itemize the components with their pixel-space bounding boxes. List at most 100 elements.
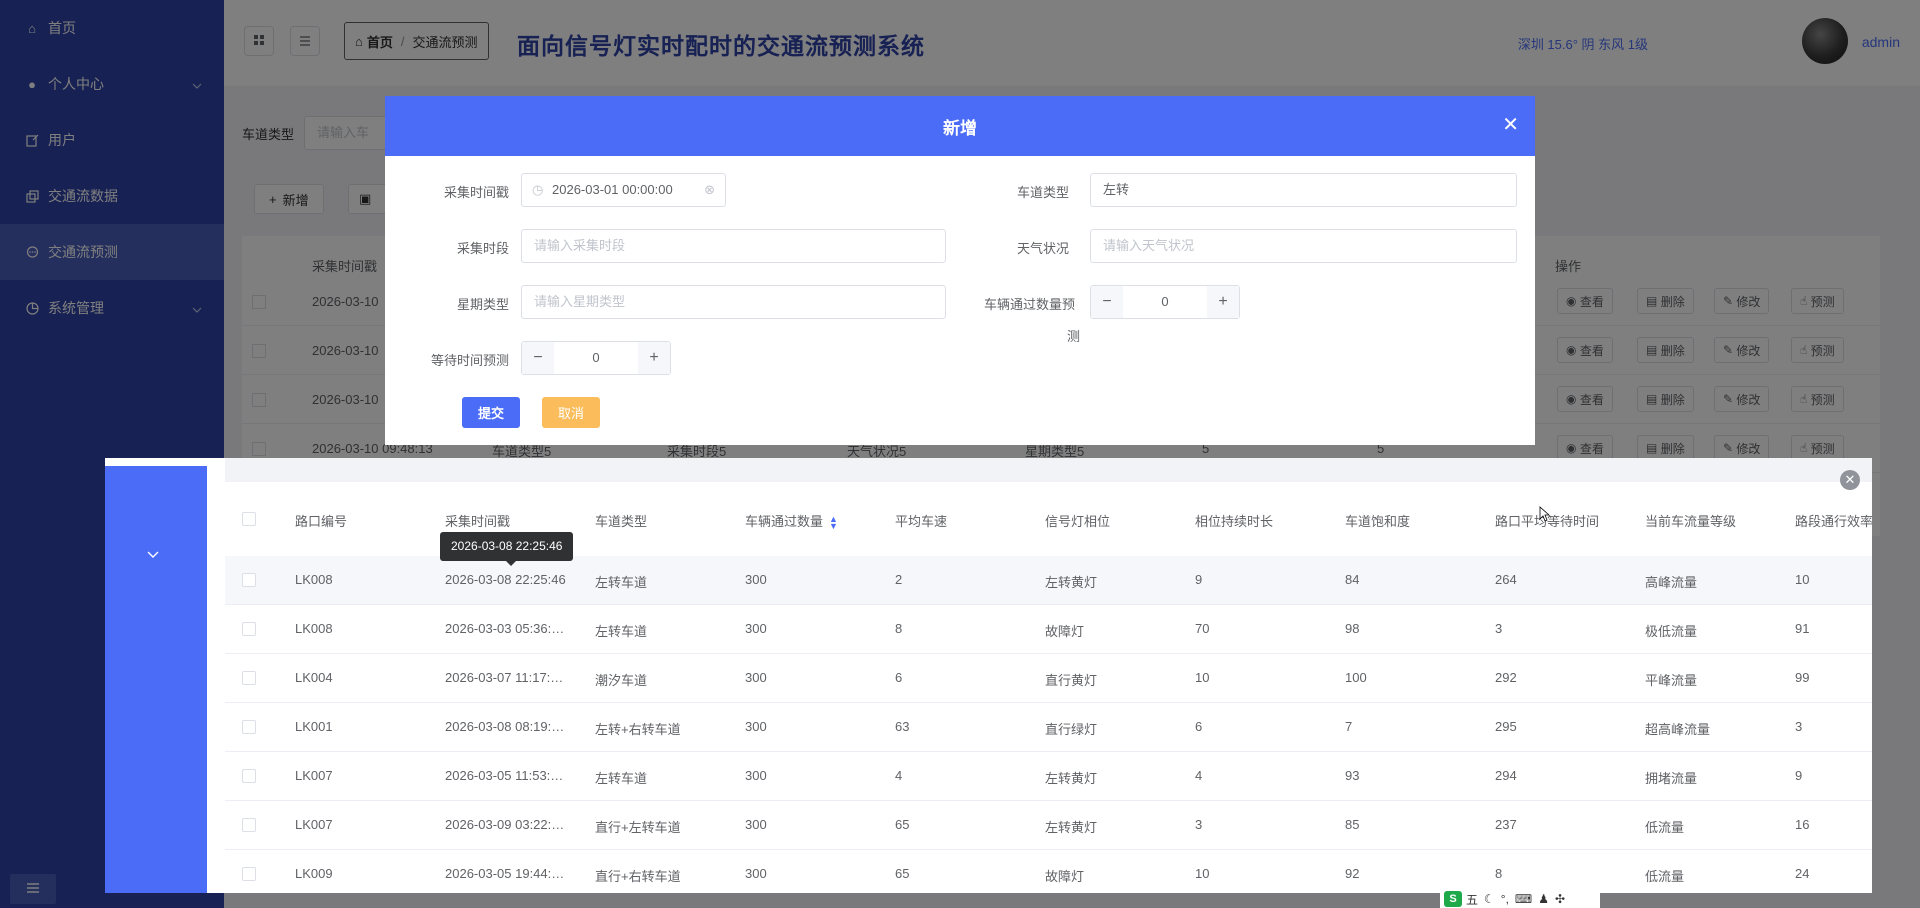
column-header: 信号灯相位 (1045, 514, 1111, 529)
table-row[interactable]: LK007 2026-03-09 03:22:… 直行+左转车道 300 65 左转黄灯 3… (225, 801, 1872, 850)
table-cell: 2026-03-03 05:36:… (445, 621, 565, 636)
increment-button[interactable]: + (638, 342, 670, 374)
weather-field[interactable]: 请输入天气状况 (1090, 229, 1517, 263)
dialog-header: 新增 ✕ (385, 96, 1535, 156)
weather-label: 天气状况 (1016, 241, 1069, 256)
table-cell: 左转黄灯 (1045, 575, 1098, 590)
sort-icon[interactable]: ▲ ▼ (829, 514, 838, 530)
table-cell: 故障灯 (1045, 869, 1085, 884)
table-cell: 63 (895, 719, 910, 734)
select-all-checkbox[interactable] (242, 512, 256, 526)
table-cell: 6 (895, 670, 903, 685)
moon-icon[interactable]: ☾ (1484, 892, 1495, 906)
table-cell: 左转+右转车道 (595, 722, 681, 737)
ime-logo-icon: S (1444, 891, 1462, 907)
table-cell: 99 (1795, 670, 1810, 685)
lane-type-field[interactable]: 左转 (1090, 173, 1517, 207)
column-header: 采集时间戳 (445, 514, 511, 529)
table-cell: 直行黄灯 (1045, 673, 1098, 688)
table-cell: 91 (1795, 621, 1810, 636)
table-cell: 3 (1495, 621, 1503, 636)
table-cell: 极低流量 (1645, 624, 1698, 639)
data-popup-panel: ✕ 路口编号 采集时间戳 车道类型 车辆通过数量 ▲ ▼ 平均车速 信号灯相位 相位… (105, 458, 1872, 893)
table-cell: 高峰流量 (1645, 575, 1698, 590)
table-cell: LK009 (295, 866, 333, 881)
column-header-label: 车辆通过数量 (745, 514, 824, 529)
table-row[interactable]: LK004 2026-03-07 11:17:… 潮汐车道 300 6 直行黄灯 10 100… (225, 654, 1872, 703)
table-cell: 85 (1345, 817, 1360, 832)
mouse-cursor (1539, 506, 1549, 522)
column-header: 路口编号 (295, 514, 348, 529)
table-cell: 左转车道 (595, 624, 648, 639)
table-cell: 4 (1195, 768, 1203, 783)
table-cell: 低流量 (1645, 820, 1685, 835)
table-cell: 98 (1345, 621, 1360, 636)
row-checkbox[interactable] (242, 573, 256, 587)
period-field[interactable]: 请输入采集时段 (521, 229, 946, 263)
close-icon[interactable]: ✕ (1502, 112, 1519, 137)
lane-type-label: 车道类型 (1016, 185, 1069, 200)
wait-time-stepper[interactable]: − 0 + (521, 341, 671, 375)
stepper-value[interactable]: 0 (554, 342, 638, 374)
table-cell: 9 (1795, 768, 1803, 783)
punct-icon[interactable]: °, (1501, 892, 1509, 906)
apps-icon[interactable]: ✣ (1555, 892, 1565, 906)
table-cell: 65 (895, 817, 910, 832)
cancel-button[interactable]: 取消 (542, 397, 600, 428)
table-row[interactable]: LK008 2026-03-03 05:36:… 左转车道 300 8 故障灯 70 98 3 极… (225, 605, 1872, 654)
stepper-value[interactable]: 0 (1123, 286, 1207, 318)
table-cell: 300 (745, 817, 767, 832)
vehicles-label-cont: 测 (1066, 329, 1080, 344)
row-checkbox[interactable] (242, 867, 256, 881)
table-cell: 直行绿灯 (1045, 722, 1098, 737)
timestamp-tooltip: 2026-03-08 22:25:46 (440, 532, 574, 566)
week-type-label: 星期类型 (456, 297, 509, 312)
row-checkbox[interactable] (242, 818, 256, 832)
table-cell: LK007 (295, 768, 333, 783)
table-row[interactable]: LK007 2026-03-05 11:53:… 左转车道 300 4 左转黄灯 4 93 29… (225, 752, 1872, 801)
table-cell: 左转黄灯 (1045, 820, 1098, 835)
panel-top-strip (225, 458, 1872, 482)
timestamp-picker[interactable]: ◷ 2026-03-01 00:00:00 ⊗ (521, 173, 726, 207)
ime-mode[interactable]: 五 (1466, 891, 1478, 908)
table-cell: 9 (1195, 572, 1203, 587)
column-header: 当前车流量等级 (1645, 514, 1737, 529)
table-row[interactable]: LK009 2026-03-05 19:44:… 直行+右转车道 300 65 故障灯 10… (225, 850, 1872, 893)
user-icon[interactable]: ♟ (1538, 892, 1549, 906)
table-cell: 2026-03-09 03:22:… (445, 817, 565, 832)
row-checkbox[interactable] (242, 769, 256, 783)
table-cell: 237 (1495, 817, 1517, 832)
decrement-button[interactable]: − (1091, 286, 1123, 318)
column-header-sortable[interactable]: 车辆通过数量 ▲ ▼ (745, 511, 838, 530)
vehicles-stepper[interactable]: − 0 + (1090, 285, 1240, 319)
chevron-down-icon[interactable] (147, 546, 159, 562)
table-cell: 2026-03-08 08:19:… (445, 719, 565, 734)
table-cell: 84 (1345, 572, 1360, 587)
table-cell: 潮汐车道 (595, 673, 648, 688)
row-checkbox[interactable] (242, 671, 256, 685)
table-cell: 2 (895, 572, 903, 587)
table-cell: 264 (1495, 572, 1517, 587)
table-cell: 2026-03-07 11:17:… (445, 670, 564, 685)
row-checkbox[interactable] (242, 720, 256, 734)
week-type-field[interactable]: 请输入星期类型 (521, 285, 946, 319)
ime-toolbar[interactable]: S 五 ☾ °, ⌨ ♟ ✣ (1440, 890, 1600, 908)
table-cell: 300 (745, 621, 767, 636)
table-cell: 300 (745, 719, 767, 734)
table-cell: 24 (1795, 866, 1810, 881)
table-cell: 300 (745, 670, 767, 685)
clear-icon[interactable]: ⊗ (704, 174, 715, 206)
submit-button[interactable]: 提交 (462, 397, 520, 428)
row-checkbox[interactable] (242, 622, 256, 636)
increment-button[interactable]: + (1207, 286, 1239, 318)
table-row[interactable]: LK008 2026-03-08 22:25:46 左转车道 300 2 左转黄灯 9 84 2… (225, 556, 1872, 605)
keyboard-icon[interactable]: ⌨ (1515, 892, 1532, 906)
table-cell: 故障灯 (1045, 624, 1085, 639)
table-cell: 左转黄灯 (1045, 771, 1098, 786)
table-cell: 2026-03-05 19:44:… (445, 866, 565, 881)
table-row[interactable]: LK001 2026-03-08 08:19:… 左转+右转车道 300 63 直行绿灯 6… (225, 703, 1872, 752)
table-cell: 8 (895, 621, 903, 636)
table-cell: 3 (1795, 719, 1803, 734)
table-cell: 16 (1795, 817, 1810, 832)
decrement-button[interactable]: − (522, 342, 554, 374)
